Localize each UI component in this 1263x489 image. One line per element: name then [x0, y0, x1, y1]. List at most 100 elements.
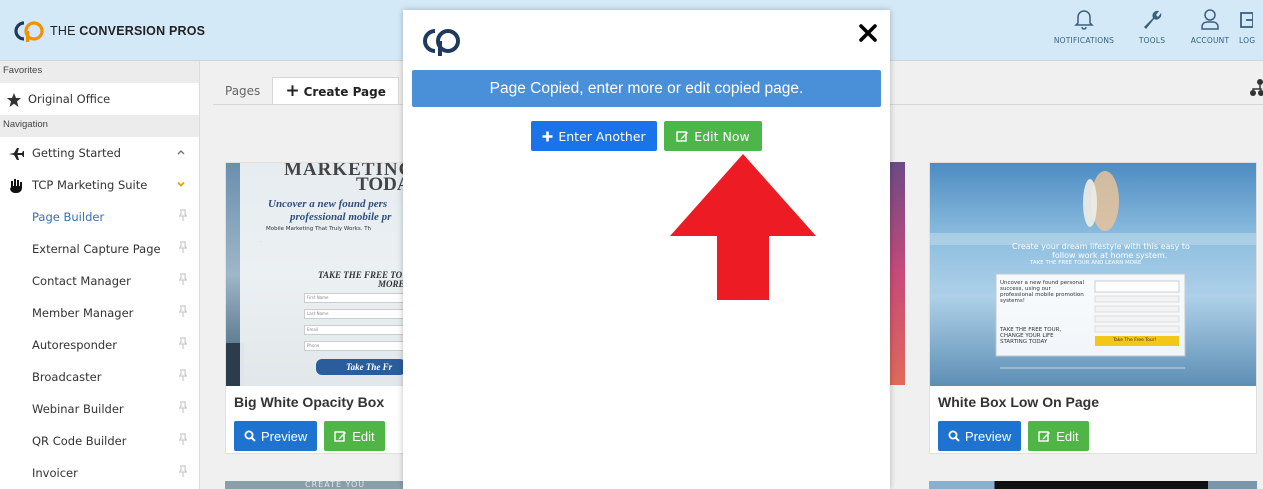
sidebar-item-broadcaster[interactable]: Broadcaster	[0, 361, 199, 393]
pin-icon[interactable]	[179, 401, 187, 413]
thumb-line-2: follow work at home system.	[1052, 251, 1168, 260]
edit-button[interactable]: Edit	[1028, 421, 1089, 451]
thumb-box-button: Take The Free Tour!	[1113, 338, 1157, 343]
sidebar-item-external-capture-page[interactable]: External Capture Page	[0, 233, 199, 265]
user-icon	[1201, 9, 1219, 30]
logout-label: LOG	[1239, 36, 1256, 45]
thumb-field: Last Name	[304, 309, 404, 319]
enter-another-button[interactable]: Enter Another	[531, 121, 657, 151]
card-title: Big White Opacity Box	[234, 394, 385, 410]
sidebar-item-label: Autoresponder	[32, 338, 117, 352]
sidebar-item-label: Webinar Builder	[32, 402, 124, 416]
wrench-icon	[1144, 10, 1162, 29]
notifications-label: NOTIFICATIONS	[1053, 36, 1115, 45]
sidebar-section-label: Getting Started	[32, 146, 121, 160]
pin-icon[interactable]	[179, 241, 187, 253]
edit-icon	[1038, 430, 1051, 442]
sidebar-item-webinar-builder[interactable]: Webinar Builder	[0, 393, 199, 425]
sidebar-item-qr-code-builder[interactable]: QR Code Builder	[0, 425, 199, 457]
sitemap-icon[interactable]	[1249, 77, 1263, 97]
sidebar-item-label: Broadcaster	[32, 370, 102, 384]
edit-now-button[interactable]: Edit Now	[664, 121, 762, 151]
sidebar-section-getting-started[interactable]: Getting Started	[0, 137, 199, 169]
pin-icon[interactable]	[179, 369, 187, 381]
logout-icon	[1240, 12, 1253, 28]
search-icon	[948, 430, 960, 442]
red-arrow-annotation	[670, 154, 816, 300]
cp-logo-icon	[423, 29, 460, 56]
pin-icon[interactable]	[179, 209, 187, 221]
chevron-up-icon[interactable]	[176, 147, 186, 157]
thumb-headline-2: TODA	[356, 174, 404, 195]
sidebar-section-label: TCP Marketing Suite	[32, 178, 148, 192]
template-thumbnail[interactable]: Create your dream lifestyle with this ea…	[930, 163, 1256, 386]
sidebar-item-label: QR Code Builder	[32, 434, 127, 448]
edit-icon	[334, 430, 347, 442]
tools-button[interactable]: TOOLS	[1123, 8, 1181, 45]
preview-label: Preview	[261, 428, 308, 444]
sidebar-item-label: Invoicer	[32, 466, 78, 480]
pin-icon[interactable]	[179, 273, 187, 285]
sidebar-item-member-manager[interactable]: Member Manager	[0, 297, 199, 329]
sidebar-item-original-office[interactable]: Original Office	[0, 83, 199, 115]
card-actions: Preview Edit	[938, 421, 1089, 451]
preview-label: Preview	[965, 428, 1012, 444]
brand-name: THE CONVERSION PROS	[50, 24, 206, 38]
pin-icon[interactable]	[179, 465, 187, 477]
hand-icon	[10, 179, 22, 194]
next-card-strip	[929, 481, 1257, 489]
success-message: Page Copied, enter more or edit copied p…	[412, 70, 881, 107]
template-preview-text: Create your dream lifestyle with this ea…	[930, 163, 1256, 386]
next-card-text: CREATE YOU	[305, 480, 366, 489]
account-button[interactable]: ACCOUNT	[1181, 8, 1239, 45]
sidebar-item-label: Original Office	[28, 92, 111, 106]
sidebar-item-autoresponder[interactable]: Autoresponder	[0, 329, 199, 361]
logout-button[interactable]: LOG	[1239, 8, 1263, 45]
account-label: ACCOUNT	[1190, 36, 1230, 45]
edit-now-label: Edit Now	[694, 128, 750, 144]
thumb-paragraph: .	[260, 239, 262, 243]
edit-icon	[676, 130, 689, 142]
page-template-card-partial[interactable]	[890, 162, 905, 385]
plus-icon: +	[285, 81, 300, 101]
cp-logo-icon	[14, 21, 44, 42]
template-preview-text: MARKETING TODA Uncover a new found pers …	[226, 163, 404, 386]
sidebar-item-contact-manager[interactable]: Contact Manager	[0, 265, 199, 297]
brand-logo[interactable]: THE CONVERSION PROS	[10, 20, 205, 42]
pin-icon[interactable]	[179, 433, 187, 445]
plane-icon	[9, 148, 24, 160]
tab-create-page[interactable]: + Create Page	[272, 77, 399, 105]
thumb-line: Mobile Marketing That Truly Works. Th	[266, 226, 372, 232]
sidebar-item-label: Contact Manager	[32, 274, 131, 288]
tab-pages[interactable]: Pages	[213, 77, 272, 105]
thumb-box-text: Uncover a new found personal success, us…	[1000, 280, 1085, 304]
chevron-down-icon[interactable]	[176, 179, 186, 189]
thumb-field: First Name	[304, 293, 404, 303]
page-template-card[interactable]: MARKETING TODA Uncover a new found pers …	[225, 162, 405, 454]
template-thumbnail[interactable]: MARKETING TODA Uncover a new found pers …	[226, 163, 404, 386]
star-icon	[7, 93, 21, 107]
edit-label: Edit	[1056, 428, 1079, 444]
pin-icon[interactable]	[179, 305, 187, 317]
sidebar-section-tcp-marketing-suite[interactable]: TCP Marketing Suite	[0, 169, 199, 201]
card-actions: Preview Edit	[234, 421, 385, 451]
top-actions: NOTIFICATIONS TOOLS ACCOUNT LOG	[1045, 8, 1263, 45]
pin-icon[interactable]	[179, 337, 187, 349]
sidebar-item-page-builder[interactable]: Page Builder	[0, 201, 199, 233]
close-icon[interactable]	[858, 23, 878, 43]
sidebar-item-label: Page Builder	[32, 210, 105, 224]
page-template-card[interactable]: Create your dream lifestyle with this ea…	[929, 162, 1257, 454]
preview-button[interactable]: Preview	[234, 421, 318, 451]
thumb-italic-1: Uncover a new found pers	[268, 198, 388, 210]
thumb-button: Take The Fr	[316, 359, 404, 375]
thumb-line-3: TAKE THE FREE TOUR AND LEARN MORE	[1030, 260, 1142, 266]
thumb-line-1: Create your dream lifestyle with this ea…	[1012, 242, 1190, 251]
tools-label: TOOLS	[1138, 36, 1166, 45]
preview-button[interactable]: Preview	[938, 421, 1022, 451]
navigation-heading: Navigation	[0, 115, 199, 137]
edit-button[interactable]: Edit	[324, 421, 385, 451]
sidebar-item-label: Member Manager	[32, 306, 134, 320]
notifications-button[interactable]: NOTIFICATIONS	[1045, 8, 1123, 45]
sidebar-item-invoicer[interactable]: Invoicer	[0, 457, 199, 489]
edit-label: Edit	[352, 428, 375, 444]
